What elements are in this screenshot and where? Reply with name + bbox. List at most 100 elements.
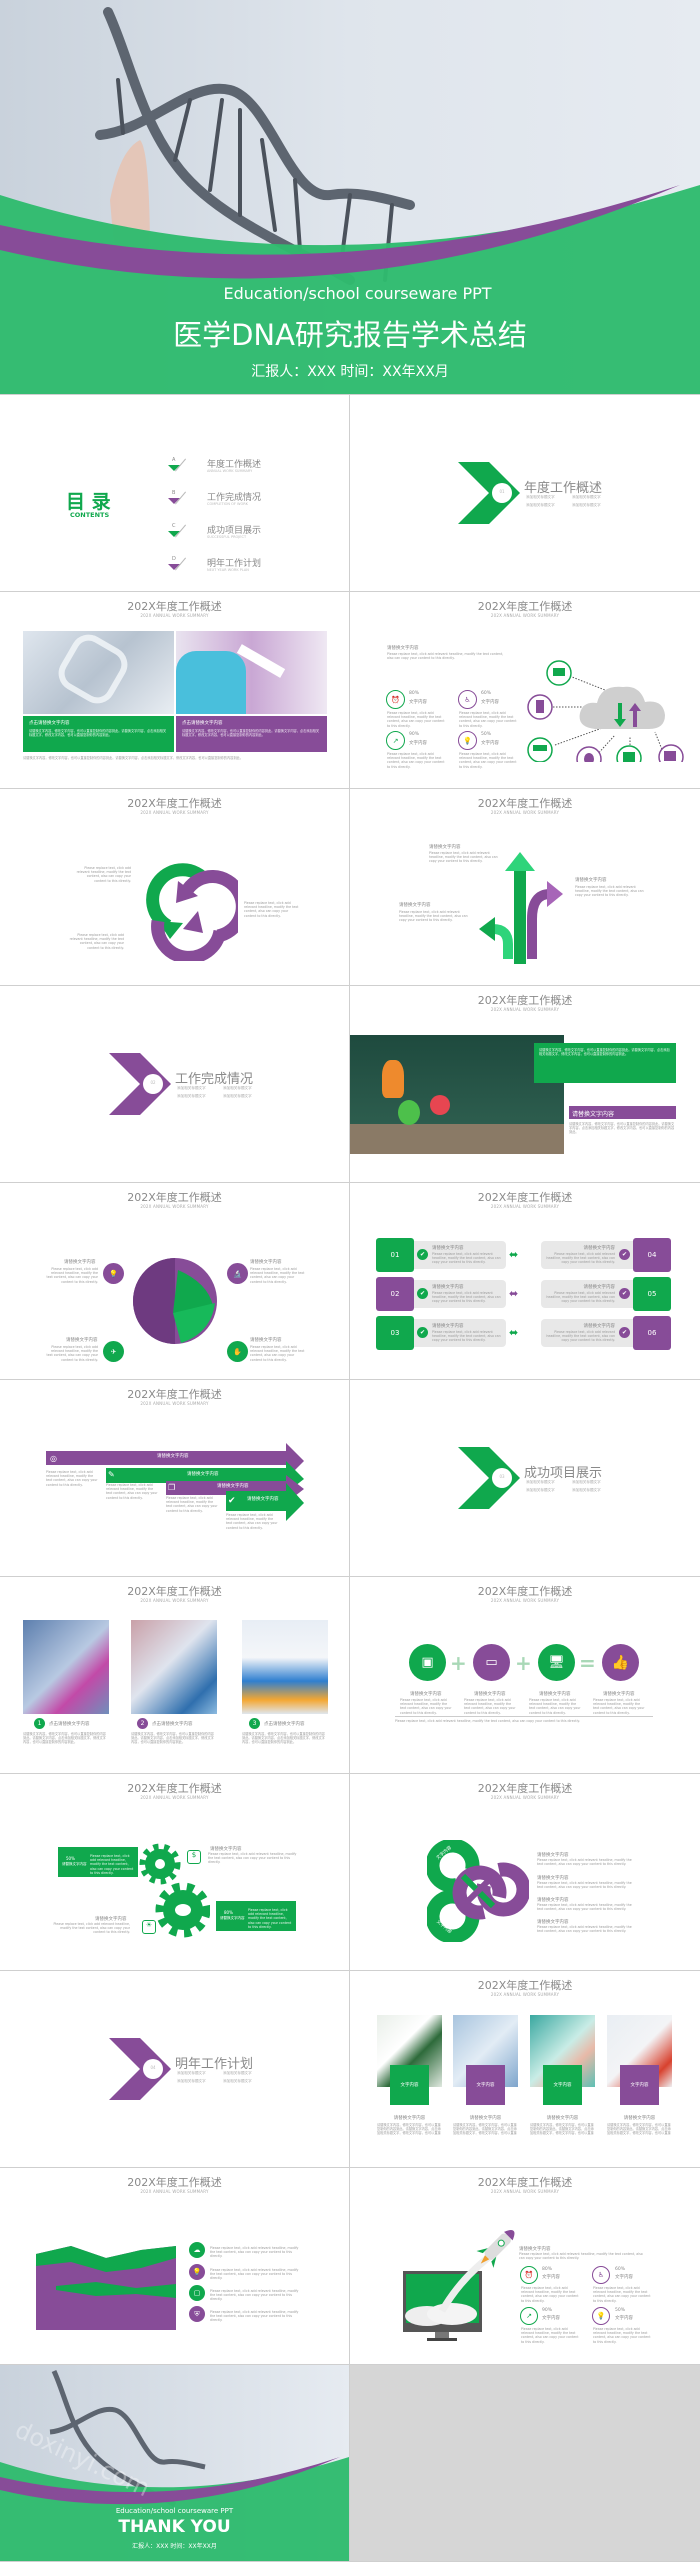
number-badge: 06 — [633, 1316, 671, 1350]
list-item[interactable]: ✔ 请替换文字内容 Please replace text, click add r… — [541, 1319, 633, 1347]
text-body: Please replace text, click add relevant … — [537, 1858, 632, 1867]
slide-section-04[interactable]: 04 明年工作计划 添加相关标题文字 添加相关标题文字 添加相关标题文字 添加相… — [0, 1971, 349, 2167]
slide-sphere[interactable]: 202X年度工作概述 202X ANNUAL WORK SUMMARY 💡 ✈ … — [0, 1183, 349, 1379]
slide-thank-you[interactable]: doxinyi.com Education/school courseware … — [0, 2365, 349, 2561]
text-heading: 请替换文字内容 — [250, 1260, 282, 1265]
cover-subtitle: Education/school courseware PPT — [223, 284, 492, 303]
slide-section-02[interactable]: 02 工作完成情况 添加相关标题文字 添加相关标题文字 添加相关标题文字 添加相… — [0, 986, 349, 1182]
lightbulb-icon: 💡 — [458, 731, 477, 750]
photo-caption-box: 文字内容 — [620, 2065, 659, 2105]
slide-subtitle: 202X ANNUAL WORK SUMMARY — [140, 810, 209, 815]
step-title: 点击请替换文字内容 — [264, 1722, 305, 1727]
section-bullet: 添加相关标题文字 — [526, 503, 555, 507]
slide-loop-arrows[interactable]: 202X年度工作概述 202X ANNUAL WORK SUMMARY 文字内容… — [350, 1774, 700, 1970]
section-title: 成功项目展示 — [524, 1466, 603, 1481]
toc-item[interactable]: A 年度工作概述 ANNUAL WORK SUMMARY — [168, 457, 268, 481]
text-body: Please replace text, click add relevant … — [166, 1496, 218, 1513]
caption: 文字内容 — [553, 2083, 572, 2088]
text-block: Please replace text, click add relevant … — [244, 901, 299, 918]
list-item[interactable]: ✔ 请替换文字内容 Please replace text, click add r… — [414, 1319, 506, 1347]
card-title: 点击请替换文字内容 — [182, 721, 223, 726]
list-item[interactable]: ✔ 请替换文字内容 Please replace text, click add r… — [541, 1241, 633, 1269]
step-number-badge: 3 — [249, 1718, 260, 1729]
slide-title: 202X年度工作概述 — [477, 1979, 573, 1992]
slide-three-photos[interactable]: 202X年度工作概述 202X ANNUAL WORK SUMMARY 1 2 … — [0, 1577, 349, 1773]
slide-chalkboard[interactable]: 202X年度工作概述 202X ANNUAL WORK SUMMARY 请替换文… — [350, 986, 700, 1182]
caption: 文字内容 — [630, 2083, 649, 2088]
slide-direction-arrows[interactable]: 202X年度工作概述 202X ANNUAL WORK SUMMARY 请替换文… — [350, 789, 700, 985]
slide-section-03[interactable]: 03 成功项目展示 添加相关标题文字 添加相关标题文字 添加相关标题文字 添加相… — [350, 1380, 700, 1576]
monitor-icon: 🖥 — [538, 1644, 575, 1681]
card-text: 请替换文字内容，修改文字内容，也可以直接复制你的内容到此。请替换文字内容，点击添… — [530, 2123, 594, 2136]
ribbon-label: 请替换文字内容 — [217, 1484, 249, 1489]
stat-label: 文字内容 — [615, 2316, 633, 2321]
slide-arrow-ribbons[interactable]: 202X年度工作概述 202X ANNUAL WORK SUMMARY ◎ ✎ … — [0, 1380, 349, 1576]
toc-letter: C — [172, 523, 176, 529]
lightbulb-icon: 💡 — [189, 2264, 205, 2280]
slide-subtitle: 202X ANNUAL WORK SUMMARY — [140, 1401, 209, 1406]
cover-slide[interactable]: Education/school courseware PPT 医学DNA研究报… — [0, 0, 700, 394]
item-text: Please replace text, click add relevant … — [546, 1291, 615, 1304]
toc-item[interactable]: B 工作完成情况 COMPLETION OF WORK — [168, 490, 268, 514]
slide-cycle-arrows[interactable]: 202X年度工作概述 202X ANNUAL WORK SUMMARY Plea… — [0, 789, 349, 985]
cloud-download-icon: ☁ — [189, 2242, 205, 2258]
chemistry-flasks-photo — [350, 1035, 564, 1154]
lab-scientist-photo — [23, 1620, 109, 1714]
photo-caption-box: 文字内容 — [543, 2065, 582, 2105]
card-title: 请替换文字内容 — [546, 2116, 579, 2121]
check-circle-icon: ✔ — [417, 1249, 428, 1260]
wheelchair-icon: ♿ — [592, 2266, 610, 2284]
toc-label-en: NEXT YEAR WORK PLAN — [207, 568, 249, 572]
item-text: Please replace text, click add relevant … — [432, 1330, 501, 1343]
stat-label: 请替换文字内容 — [220, 1916, 245, 1920]
slide-cloud-stats[interactable]: 202X年度工作概述 202X ANNUAL WORK SUMMARY 请替换文… — [350, 592, 700, 788]
text-body: Please replace text, click add relevant … — [250, 1345, 305, 1362]
green-card: 点击请替换文字内容 请替换文字内容，修改文字内容，也可以直接复制你的内容到此。请替… — [23, 716, 174, 752]
step-text: 请替换文字内容，修改文字内容，也可以直接复制你的内容到此。请替换文字内容，点击添… — [131, 1732, 214, 1745]
slide-gears[interactable]: 202X年度工作概述 202X ANNUAL WORK SUMMARY 50% … — [0, 1774, 349, 1970]
item-text: Please replace text, click add relevant … — [432, 1252, 501, 1265]
cycle-arrows-diagram — [146, 863, 238, 961]
slide-section-01[interactable]: 01 年度工作概述 添加相关标题文字 添加相关标题文字 添加相关标题文字 添加相… — [350, 395, 700, 591]
section-bullet: 添加相关标题文字 — [177, 2071, 206, 2075]
slide-equation[interactable]: 202X年度工作概述 202X ANNUAL WORK SUMMARY ▣ + … — [350, 1577, 700, 1773]
edit-icon: ✎ — [108, 1470, 115, 1479]
photo-caption-box: 文字内容 — [390, 2065, 429, 2105]
section-bullet: 添加相关标题文字 — [572, 1488, 601, 1492]
stat-label: 文字内容 — [542, 2275, 560, 2280]
document-icon: ▢ — [189, 2285, 205, 2301]
item-title: 请替换文字内容 — [583, 1285, 616, 1290]
list-item[interactable]: ✔ 请替换文字内容 Please replace text, click add r… — [414, 1280, 506, 1308]
toc-title: 目 录 — [66, 491, 111, 513]
text-body: Please replace text, click add relevant … — [387, 652, 504, 661]
toc-letter: A — [172, 457, 176, 463]
slide-numbered-list[interactable]: 202X年度工作概述 202X ANNUAL WORK SUMMARY 01 ✔ 请… — [350, 1183, 700, 1379]
text-body: Please replace text, click add relevant … — [208, 1852, 297, 1865]
slide-four-photos[interactable]: 202X年度工作概述 202X ANNUAL WORK SUMMARY 文字内容… — [350, 1971, 700, 2167]
slide-title: 202X年度工作概述 — [127, 797, 222, 810]
text-body: Please replace text, click add relevant … — [537, 1881, 632, 1890]
green-text-box: 请替换文字内容，修改文字内容，也可以直接复制你的内容到此。请替换文字内容，点击添… — [534, 1043, 676, 1083]
text-body: Please replace text, click add relevant … — [210, 2268, 299, 2281]
card-title: 请替换文字内容 — [623, 2116, 656, 2121]
card-text: 请替换文字内容，修改文字内容，也可以直接复制你的内容到此。请替换文字内容，点击添… — [607, 2123, 671, 2136]
double-arrow-icon: ⬌ — [509, 1326, 519, 1339]
toc-item[interactable]: D 明年工作计划 NEXT YEAR WORK PLAN — [168, 556, 268, 580]
list-item[interactable]: ✔ 请替换文字内容 Please replace text, click add r… — [541, 1280, 633, 1308]
stat-text: Please replace text, click add relevant … — [248, 1908, 292, 1929]
text-body: Please replace text, click add relevant … — [106, 1483, 158, 1500]
slide-rocket-monitor[interactable]: 202X年度工作概述 202X ANNUAL WORK SUMMARY 请替换文… — [350, 2168, 700, 2364]
plus-icon: + — [515, 1651, 532, 1675]
card-title: 点击请替换文字内容 — [29, 721, 70, 726]
slide-image-cards[interactable]: 202X年度工作概述 202X ANNUAL WORK SUMMARY 点击请替… — [0, 592, 349, 788]
slide-title: 202X年度工作概述 — [127, 2176, 222, 2189]
slide-contents[interactable]: 目 录 CONTENTS A 年度工作概述 ANNUAL WORK SUMMAR… — [0, 395, 349, 591]
toc-item[interactable]: C 成功项目展示 SUCCESSFUL PROJECT — [168, 523, 268, 547]
stat-text: Please replace text, click add relevant … — [521, 2327, 579, 2344]
card-title: 请替换文字内容 — [469, 2116, 502, 2121]
text-body: Please replace text, click add relevant … — [46, 1345, 98, 1362]
stat-label: 文字内容 — [481, 700, 499, 705]
slide-area-shapes[interactable]: 202X年度工作概述 202X ANNUAL WORK SUMMARY ☁ 💡 … — [0, 2168, 349, 2364]
list-item[interactable]: ✔ 请替换文字内容 Please replace text, click add r… — [414, 1241, 506, 1269]
slide-title: 202X年度工作概述 — [127, 1191, 222, 1204]
